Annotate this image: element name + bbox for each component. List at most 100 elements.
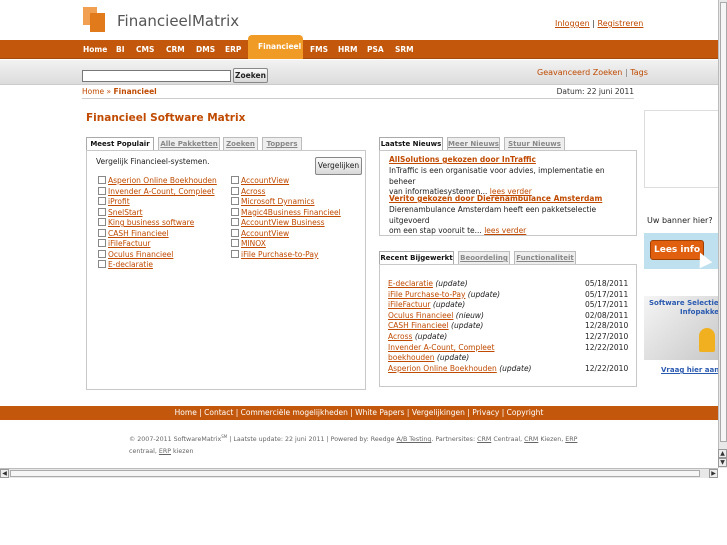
footer-link[interactable]: Copyright (507, 408, 544, 417)
compare-item-link[interactable]: CASH Financieel (108, 229, 169, 238)
nav-home[interactable]: Home (83, 40, 107, 59)
horizontal-scrollbar[interactable]: ◀ ▶ (0, 468, 718, 478)
advanced-search-link[interactable]: Geavanceerd Zoeken (537, 68, 622, 77)
checkbox[interactable] (98, 228, 106, 237)
footer-link[interactable]: Contact (204, 408, 233, 417)
nav-cms[interactable]: CMS (136, 40, 154, 59)
site-logo-text[interactable]: FinancieelMatrix (117, 12, 239, 30)
compare-item-link[interactable]: Asperion Online Boekhouden (108, 176, 217, 185)
updated-item-link[interactable]: E-declaratie (388, 279, 433, 288)
compare-item[interactable]: AccountView Business (231, 218, 325, 228)
compare-button[interactable]: Vergelijken (315, 157, 362, 175)
erp-centraal-link[interactable]: ERP (565, 436, 577, 443)
updated-item-link[interactable]: Oculus Financieel (388, 311, 453, 320)
compare-item-link[interactable]: SnelStart (108, 208, 143, 217)
compare-item-link[interactable]: Invender A-Count, Compleet (108, 187, 214, 196)
crm-kiezen-link[interactable]: CRM (524, 436, 538, 443)
tab-zoeken[interactable]: Zoeken (223, 137, 258, 150)
checkbox[interactable] (231, 228, 239, 237)
checkbox[interactable] (98, 197, 106, 205)
checkbox[interactable] (231, 186, 239, 195)
compare-item-link[interactable]: AccountView (241, 176, 289, 185)
compare-item-link[interactable]: Magic4Business Financieel (241, 208, 341, 217)
erp-kiezen-link[interactable]: ERP (159, 448, 171, 455)
news-title-2[interactable]: Verito gekozen door Dierenambulance Amst… (389, 194, 602, 203)
tab-recent-bijgewerkt[interactable]: Recent Bijgewerkt (379, 251, 454, 264)
compare-item-link[interactable]: AccountView (241, 229, 289, 238)
checkbox[interactable] (98, 249, 106, 258)
compare-item-link[interactable]: Oculus Financieel (108, 250, 173, 259)
tab-beoordeling[interactable]: Beoordeling (458, 251, 510, 264)
updated-item-link[interactable]: Invender A-Count, Compleet (388, 343, 494, 352)
nav-hrm[interactable]: HRM (338, 40, 358, 59)
tab-meer-nieuws[interactable]: Meer Nieuws (447, 137, 500, 150)
compare-item[interactable]: Oculus Financieel (98, 249, 173, 260)
checkbox[interactable] (98, 239, 106, 247)
updated-item-link[interactable]: Across (388, 332, 412, 341)
register-link[interactable]: Registreren (598, 19, 644, 28)
scrollbar-thumb[interactable] (10, 470, 700, 477)
ab-testing-link[interactable]: A/B Testing (397, 436, 432, 443)
footer-link[interactable]: Privacy (472, 408, 499, 417)
footer-link[interactable]: White Papers (355, 408, 404, 417)
updated-item-link[interactable]: iFileFactuur (388, 300, 431, 309)
read-more-link[interactable]: lees verder (484, 226, 526, 235)
checkbox[interactable] (98, 186, 106, 195)
promo-ad[interactable]: Software Selectie Infopakket Vraag hier … (644, 296, 718, 376)
tab-alle-pakketten[interactable]: Alle Pakketten (158, 137, 220, 150)
scroll-left-icon[interactable]: ◀ (0, 469, 9, 478)
logo-icon[interactable] (83, 7, 109, 33)
compare-item[interactable]: Magic4Business Financieel (231, 207, 341, 218)
compare-item[interactable]: MINOX (231, 239, 266, 249)
nav-fms[interactable]: FMS (310, 40, 328, 59)
scrollbar-thumb[interactable] (720, 2, 727, 442)
footer-link[interactable]: Commerciële mogelijkheden (241, 408, 348, 417)
tab-toppers[interactable]: Toppers (262, 137, 302, 150)
footer-link[interactable]: Vergelijkingen (412, 408, 465, 417)
tags-link[interactable]: Tags (630, 68, 648, 77)
compare-item[interactable]: Across (231, 186, 265, 197)
checkbox[interactable] (98, 207, 106, 216)
vertical-scrollbar[interactable] (718, 0, 727, 468)
nav-crm[interactable]: CRM (166, 40, 185, 59)
search-button[interactable]: Zoeken (233, 68, 268, 83)
nav-dms[interactable]: DMS (196, 40, 215, 59)
updated-item-link[interactable]: boekhouden (388, 353, 435, 362)
compare-item[interactable]: Microsoft Dynamics (231, 197, 315, 207)
search-input[interactable] (82, 70, 231, 82)
nav-psa[interactable]: PSA (367, 40, 384, 59)
compare-item[interactable]: E-declaratie (98, 260, 153, 270)
nav-erp[interactable]: ERP (225, 40, 241, 59)
compare-item[interactable]: iFile Purchase-to-Pay (231, 249, 318, 260)
compare-item-link[interactable]: AccountView Business (241, 218, 325, 227)
compare-item[interactable]: CASH Financieel (98, 228, 169, 239)
compare-item-link[interactable]: King business software (108, 218, 194, 227)
compare-item[interactable]: AccountView (231, 176, 289, 186)
updated-item-link[interactable]: Asperion Online Boekhouden (388, 364, 497, 373)
checkbox[interactable] (98, 218, 106, 226)
nav-bi[interactable]: BI (116, 40, 125, 59)
compare-item-link[interactable]: iFile Purchase-to-Pay (241, 250, 318, 259)
compare-item[interactable]: Asperion Online Boekhouden (98, 176, 217, 186)
checkbox[interactable] (231, 249, 239, 258)
checkbox[interactable] (231, 207, 239, 216)
tab-stuur-nieuws[interactable]: Stuur Nieuws (504, 137, 565, 150)
compare-item[interactable]: King business software (98, 218, 194, 228)
compare-item-link[interactable]: iFileFactuur (108, 239, 151, 248)
checkbox[interactable] (231, 176, 239, 184)
compare-item-link[interactable]: Microsoft Dynamics (241, 197, 315, 206)
nav-srm[interactable]: SRM (395, 40, 414, 59)
nav-financieel[interactable]: Financieel (248, 35, 303, 59)
compare-item[interactable]: iFileFactuur (98, 239, 151, 249)
scroll-up-icon[interactable]: ▲ (718, 449, 727, 458)
checkbox[interactable] (98, 260, 106, 268)
compare-item[interactable]: SnelStart (98, 207, 143, 218)
tab-functionaliteit[interactable]: Functionaliteit (514, 251, 576, 264)
checkbox[interactable] (231, 197, 239, 205)
login-link[interactable]: Inloggen (555, 19, 590, 28)
checkbox[interactable] (98, 176, 106, 184)
tab-meest-populair[interactable]: Meest Populair (86, 137, 154, 150)
tab-laatste-nieuws[interactable]: Laatste Nieuws (379, 137, 443, 150)
updated-item-link[interactable]: CASH Financieel (388, 321, 449, 330)
compare-item[interactable]: iProfit (98, 197, 130, 207)
